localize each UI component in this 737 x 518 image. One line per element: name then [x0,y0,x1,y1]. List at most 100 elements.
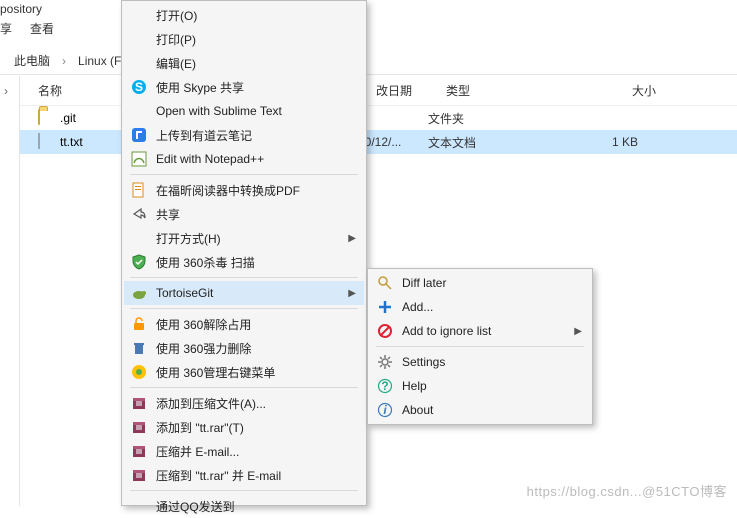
menu-item-label: 使用 Skype 共享 [156,79,244,96]
menu-item[interactable]: Open with Sublime Text [124,99,364,123]
rar-icon [130,394,148,412]
menu-separator [130,308,358,309]
share-icon [130,205,148,223]
menu-item[interactable]: 使用 360解除占用 [124,312,364,336]
menu-item-label: 使用 360强力删除 [156,340,251,357]
shield-icon [130,253,148,271]
menu-item-label: Add to ignore list [402,324,491,338]
menu-item[interactable]: 打印(P) [124,27,364,51]
blank-icon [130,6,148,24]
foxit-icon [130,181,148,199]
menu-item-label: 压缩并 E-mail... [156,443,239,460]
blank-icon [130,102,148,120]
toolbar-item[interactable]: 享 [0,20,12,37]
menu-item[interactable]: 共享 [124,202,364,226]
menu-item-label: 添加到 "tt.rar"(T) [156,419,244,436]
menu-item-label: 共享 [156,206,180,223]
menu-item[interactable]: 在福昕阅读器中转换成PDF [124,178,364,202]
menu-item-label: Open with Sublime Text [156,104,282,118]
menu-separator [130,387,358,388]
file-type: 文件夹 [428,110,578,127]
plus-icon [376,298,394,316]
breadcrumb[interactable]: 此电脑 Linux (F: [14,52,125,69]
menu-item[interactable]: 上传到有道云笔记 [124,123,364,147]
toolbar-item[interactable]: 查看 [30,20,54,37]
menu-item-label: 使用 360管理右键菜单 [156,364,275,381]
menu-item[interactable]: S 使用 Skype 共享 [124,75,364,99]
menu-item-label: 打印(P) [156,31,196,48]
rar-icon [130,418,148,436]
divider [0,74,737,75]
no-icon [376,322,394,340]
tortoisegit-submenu: Diff later Add... Add to ignore list ▶ Setti… [367,268,593,425]
menu-item-label: 添加到压缩文件(A)... [156,395,266,412]
menu-item-label: 打开方式(H) [156,230,221,247]
menu-item[interactable]: 添加到 "tt.rar"(T) [124,415,364,439]
menu360-icon [130,363,148,381]
window-title-fragment: pository [0,2,42,16]
col-type[interactable]: 类型 [446,82,596,99]
file-name: tt.txt [60,135,83,149]
menu-separator [376,346,584,347]
menu-item-label: 使用 360杀毒 扫描 [156,254,255,271]
chevron-right-icon [58,54,70,68]
chevron-right-icon: ▶ [574,326,582,337]
menu-item[interactable]: ?Help [370,374,590,398]
folder-icon [38,110,54,126]
menu-item[interactable]: 压缩并 E-mail... [124,439,364,463]
blank-icon [130,30,148,48]
col-size[interactable]: 大小 [596,82,656,99]
svg-text:i: i [383,403,387,417]
menu-item-label: 打开(O) [156,7,197,24]
menu-item[interactable]: Add... [370,295,590,319]
svg-text:?: ? [381,379,388,393]
nav-tree[interactable]: › [0,76,20,506]
menu-item[interactable]: 编辑(E) [124,51,364,75]
menu-item[interactable]: 添加到压缩文件(A)... [124,391,364,415]
menu-separator [130,490,358,491]
breadcrumb-drive[interactable]: Linux (F: [78,54,125,68]
menu-item[interactable]: TortoiseGit ▶ [124,281,364,305]
rar-icon [130,442,148,460]
file-type: 文本文档 [428,134,578,151]
chevron-right-icon: ▶ [348,233,356,244]
tortoise-icon [130,284,148,302]
menu-item[interactable]: Settings [370,350,590,374]
menu-item-label: Settings [402,355,445,369]
magnifier-icon [376,274,394,292]
menu-item[interactable]: Add to ignore list ▶ [370,319,590,343]
menu-item-label: Add... [402,300,433,314]
youdao-icon [130,126,148,144]
menu-item[interactable]: i About [370,398,590,422]
menu-item[interactable]: Diff later [370,271,590,295]
menu-separator [130,174,358,175]
menu-item[interactable]: 通过QQ发送到 [124,494,364,518]
menu-item-label: 通过QQ发送到 [156,498,235,515]
menu-separator [130,277,358,278]
skype-icon: S [130,78,148,96]
file-name: .git [60,111,76,125]
menu-item[interactable]: 使用 360杀毒 扫描 [124,250,364,274]
menu-item[interactable]: 使用 360管理右键菜单 [124,360,364,384]
col-date[interactable]: 改日期 [376,82,446,99]
menu-item[interactable]: 使用 360强力删除 [124,336,364,360]
toolbar: 享 查看 [0,20,54,37]
breadcrumb-pc[interactable]: 此电脑 [14,52,50,69]
menu-item-label: Diff later [402,276,446,290]
menu-item-label: TortoiseGit [156,286,213,300]
menu-item[interactable]: 压缩到 "tt.rar" 并 E-mail [124,463,364,487]
menu-item-label: 编辑(E) [156,55,196,72]
help-icon: ? [376,377,394,395]
chevron-right-icon: ▶ [348,288,356,299]
menu-item[interactable]: Edit with Notepad++ [124,147,364,171]
gear-icon [376,353,394,371]
menu-item[interactable]: 打开(O) [124,3,364,27]
menu-item-label: 上传到有道云笔记 [156,127,252,144]
menu-item-label: About [402,403,433,417]
file-size: 1 KB [578,135,638,149]
menu-item[interactable]: 打开方式(H) ▶ [124,226,364,250]
menu-item-label: 压缩到 "tt.rar" 并 E-mail [156,467,281,484]
file-date: 20/12/... [358,135,428,149]
menu-item-label: Edit with Notepad++ [156,152,264,166]
blank-icon [130,54,148,72]
